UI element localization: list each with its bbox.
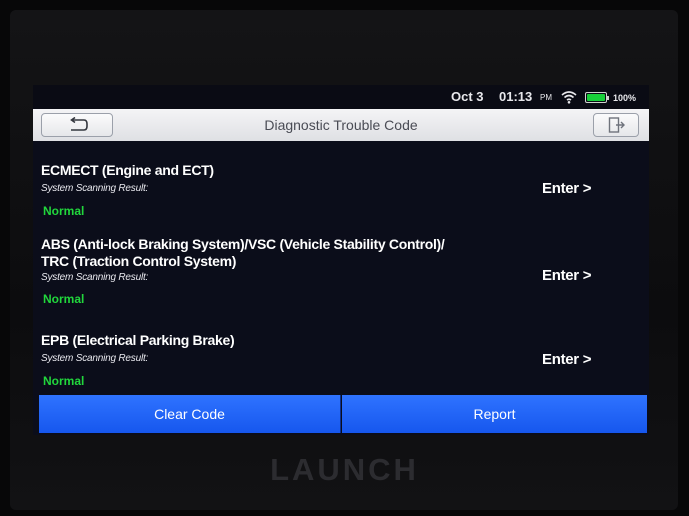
scan-result-label: System Scanning Result: — [41, 353, 149, 364]
system-name-line: EPB (Electrical Parking Brake) — [41, 332, 235, 348]
scan-result-label: System Scanning Result: — [41, 272, 149, 283]
system-name-line: TRC (Traction Control System) — [41, 253, 237, 269]
enter-button[interactable]: Enter > — [542, 351, 591, 368]
scan-result-label: System Scanning Result: — [41, 183, 149, 194]
report-button[interactable]: Report — [342, 395, 647, 433]
scan-result-status: Normal — [43, 374, 85, 388]
scan-result-status: Normal — [43, 204, 85, 218]
system-name-line: ECMECT (Engine and ECT) — [41, 162, 214, 178]
system-item-ecmect: ECMECT (Engine and ECT) System Scanning … — [33, 141, 649, 219]
status-ampm: PM — [540, 93, 552, 102]
scan-result-status: Normal — [43, 292, 85, 306]
battery-percent: 100% — [613, 93, 637, 103]
title-bar: Diagnostic Trouble Code — [33, 109, 649, 141]
action-button-bar: Clear Code Report — [39, 395, 649, 433]
exit-button[interactable] — [593, 113, 639, 137]
system-name: EPB (Electrical Parking Brake) — [41, 332, 521, 349]
enter-button[interactable]: Enter > — [542, 267, 591, 284]
status-date: Oct 3 — [451, 89, 484, 104]
battery-level — [587, 94, 605, 101]
device-screen: Oct 3 01:13 PM 100% Diagnostic Trouble C… — [33, 85, 649, 435]
system-item-epb: EPB (Electrical Parking Brake) System Sc… — [33, 319, 649, 396]
system-name-line: ABS (Anti-lock Braking System)/VSC (Vehi… — [41, 236, 445, 252]
battery-icon — [585, 92, 609, 103]
battery-terminal — [607, 96, 609, 100]
page-title: Diagnostic Trouble Code — [264, 117, 418, 133]
exit-icon — [608, 117, 625, 133]
system-name: ECMECT (Engine and ECT) — [41, 162, 521, 179]
status-time: 01:13 — [499, 89, 533, 104]
clear-code-button[interactable]: Clear Code — [39, 395, 341, 433]
system-name: ABS (Anti-lock Braking System)/VSC (Vehi… — [41, 236, 521, 270]
wifi-icon — [561, 91, 577, 104]
status-bar: Oct 3 01:13 PM 100% — [33, 85, 649, 109]
system-list: ECMECT (Engine and ECT) System Scanning … — [33, 141, 649, 396]
system-item-abs-vsc-trc: ABS (Anti-lock Braking System)/VSC (Vehi… — [33, 219, 649, 319]
launch-logo: LAUNCH — [270, 452, 419, 487]
enter-button[interactable]: Enter > — [542, 180, 591, 197]
